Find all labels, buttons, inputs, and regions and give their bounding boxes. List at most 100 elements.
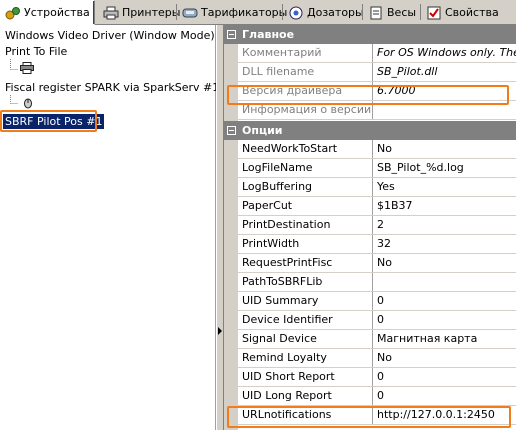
property-row-pathtosbrflib[interactable]: PathToSBRFLib xyxy=(238,273,516,292)
property-row-urlnotifications[interactable]: URLnotifications http://127.0.0.1:2450 xyxy=(238,406,516,425)
property-row-device-identifier[interactable]: Device Identifier 0 xyxy=(238,311,516,330)
property-value[interactable]: No xyxy=(373,140,516,158)
tree-item-label: Windows Video Driver (Window Mode) xyxy=(5,29,215,42)
tab-devices[interactable]: Устройства xyxy=(0,0,95,25)
tree-item-sbrf-pilot[interactable]: SBRF Pilot Pos #1 xyxy=(3,114,105,129)
property-key: LogBuffering xyxy=(238,178,373,196)
property-key: NeedWorkToStart xyxy=(238,140,373,158)
property-key: UID Short Report xyxy=(238,368,373,386)
collapse-icon[interactable] xyxy=(227,30,236,39)
category-main-label: Главное xyxy=(242,28,295,41)
property-key: DLL filename xyxy=(238,63,373,81)
property-value[interactable]: No xyxy=(373,349,516,367)
property-row-dll-filename[interactable]: DLL filename SB_Pilot.dll xyxy=(238,63,516,82)
property-row-version-info[interactable]: Информация о версии xyxy=(238,101,516,120)
category-options[interactable]: Опции xyxy=(224,121,516,140)
property-key: Remind Loyalty xyxy=(238,349,373,367)
property-key: UID Long Report xyxy=(238,387,373,405)
property-key: PrintWidth xyxy=(238,235,373,253)
printer-icon xyxy=(20,62,36,76)
tree-item-fiscal-register[interactable]: Fiscal register SPARK via SparkServ #1 xyxy=(5,81,219,94)
property-row-printdestination[interactable]: PrintDestination 2 xyxy=(238,216,516,235)
panel-splitter[interactable] xyxy=(216,25,224,430)
tab-dispensers-label: Дозаторы xyxy=(307,6,364,19)
property-row-remind-loyalty[interactable]: Remind Loyalty No xyxy=(238,349,516,368)
property-value[interactable]: 0 xyxy=(373,311,516,329)
tab-tariff[interactable]: Тарификаторы xyxy=(178,2,291,23)
property-row-logfilename[interactable]: LogFileName SB_Pilot_%d.log xyxy=(238,159,516,178)
property-row-printwidth[interactable]: PrintWidth 32 xyxy=(238,235,516,254)
tab-scales-label: Весы xyxy=(387,6,417,19)
property-row-requestprintfisc[interactable]: RequestPrintFisc No xyxy=(238,254,516,273)
tree-item-label: Print To File xyxy=(5,45,68,58)
category-options-label: Опции xyxy=(242,124,283,137)
tree-item-label: Fiscal register SPARK via SparkServ #1 xyxy=(5,81,220,94)
property-row-comment[interactable]: Комментарий For OS Windows only. The D xyxy=(238,44,516,63)
property-value[interactable]: 0 xyxy=(373,387,516,405)
tab-divider xyxy=(420,4,421,20)
tab-properties-label: Свойства xyxy=(445,6,499,19)
devices-icon xyxy=(5,6,21,20)
tab-devices-label: Устройства xyxy=(24,6,90,19)
property-row-driver-version[interactable]: Версия драйвера 6.7000 xyxy=(238,82,516,101)
property-value[interactable] xyxy=(373,273,516,291)
property-value[interactable]: 2 xyxy=(373,216,516,234)
property-value[interactable]: $1B37 xyxy=(373,197,516,215)
property-key: URLnotifications xyxy=(238,406,373,424)
property-key: RequestPrintFisc xyxy=(238,254,373,272)
property-value[interactable]: 32 xyxy=(373,235,516,253)
property-value: SB_Pilot.dll xyxy=(377,65,438,78)
collapse-arrow-icon[interactable] xyxy=(218,327,222,335)
tab-printers[interactable]: Принтеры xyxy=(99,2,184,23)
tab-dispensers[interactable]: Дозаторы xyxy=(284,2,368,23)
property-row-needworktostart[interactable]: NeedWorkToStart No xyxy=(238,140,516,159)
property-value[interactable]: Магнитная карта xyxy=(373,330,516,348)
device-icon xyxy=(22,97,38,111)
property-key: PrintDestination xyxy=(238,216,373,234)
property-value[interactable]: Yes xyxy=(373,178,516,196)
tab-divider xyxy=(176,4,177,20)
property-value[interactable]: No xyxy=(373,254,516,272)
property-row-uid-long-report[interactable]: UID Long Report 0 xyxy=(238,387,516,406)
tariff-icon xyxy=(182,6,198,20)
property-value[interactable]: SB_Pilot_%d.log xyxy=(373,159,516,177)
property-row-uid-summary[interactable]: UID Summary 0 xyxy=(238,292,516,311)
tab-tariff-label: Тарификаторы xyxy=(201,6,288,19)
property-row-uid-short-report[interactable]: UID Short Report 0 xyxy=(238,368,516,387)
device-tree: Windows Video Driver (Window Mode) Print… xyxy=(0,25,219,430)
tab-printers-label: Принтеры xyxy=(122,6,181,19)
property-key: Device Identifier xyxy=(238,311,373,329)
tab-divider xyxy=(362,4,363,20)
scales-icon xyxy=(368,6,384,20)
tree-item-label: SBRF Pilot Pos #1 xyxy=(5,115,103,128)
tab-divider xyxy=(282,4,283,20)
property-value xyxy=(373,101,516,119)
property-key: Информация о версии xyxy=(238,101,373,119)
collapse-icon[interactable] xyxy=(227,126,236,135)
property-value: For OS Windows only. The D xyxy=(377,46,516,59)
dispenser-icon xyxy=(288,6,304,20)
property-key: Версия драйвера xyxy=(238,82,373,100)
property-key: PaperCut xyxy=(238,197,373,215)
tab-scales[interactable]: Весы xyxy=(364,2,420,23)
property-key: Комментарий xyxy=(238,44,373,62)
property-value[interactable]: http://127.0.0.1:2450 xyxy=(373,406,516,424)
property-row-papercut[interactable]: PaperCut $1B37 xyxy=(238,197,516,216)
property-key: PathToSBRFLib xyxy=(238,273,373,291)
printer-icon xyxy=(103,6,119,20)
property-value[interactable]: 0 xyxy=(373,368,516,386)
property-grid: Главное Комментарий For OS Windows only.… xyxy=(224,25,516,430)
tree-item-print-to-file[interactable]: Print To File xyxy=(5,45,67,58)
properties-icon xyxy=(426,6,442,20)
property-value: 6.7000 xyxy=(377,84,416,97)
grid-gutter xyxy=(224,25,238,430)
tab-bar: Устройства Принтеры Тарификаторы Дозатор… xyxy=(0,0,516,25)
property-value[interactable]: 0 xyxy=(373,292,516,310)
property-key: Signal Device xyxy=(238,330,373,348)
property-row-signal-device[interactable]: Signal Device Магнитная карта xyxy=(238,330,516,349)
property-row-logbuffering[interactable]: LogBuffering Yes xyxy=(238,178,516,197)
property-key: UID Summary xyxy=(238,292,373,310)
tab-properties[interactable]: Свойства xyxy=(422,2,503,23)
tree-item-video-driver[interactable]: Windows Video Driver (Window Mode) xyxy=(5,29,215,42)
category-main[interactable]: Главное xyxy=(224,25,516,44)
